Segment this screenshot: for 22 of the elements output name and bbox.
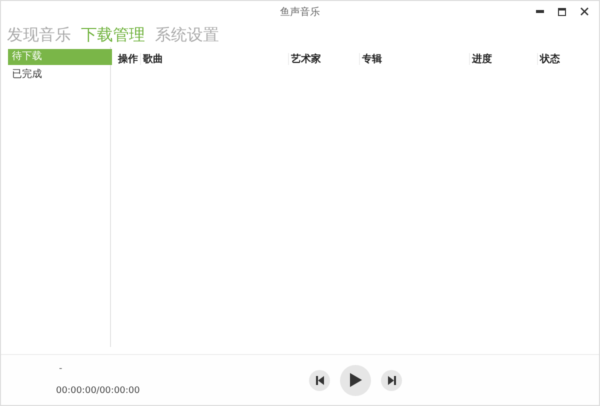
- column-header: 歌曲: [143, 52, 163, 66]
- play-icon: [350, 373, 362, 387]
- next-button[interactable]: [381, 370, 402, 390]
- playback-time: 00:00:00/00:00:00: [56, 386, 141, 396]
- sidebar-item[interactable]: 已完成: [8, 67, 112, 83]
- nav-tab[interactable]: 发现音乐: [7, 24, 71, 46]
- column-header: 状态: [540, 52, 560, 66]
- previous-icon: [316, 376, 324, 384]
- column-header: 专辑: [362, 52, 382, 66]
- column-header: 操作: [118, 52, 138, 66]
- nav-tab[interactable]: 下载管理: [81, 24, 145, 46]
- sidebar-item[interactable]: 待下载: [8, 49, 112, 65]
- column-header: 进度: [472, 52, 492, 66]
- track-title: -: [58, 364, 64, 374]
- nav-tab[interactable]: 系统设置: [155, 24, 219, 46]
- play-button[interactable]: [340, 364, 371, 396]
- window-title: 鱼声音乐: [280, 6, 320, 19]
- maximize-icon[interactable]: [558, 8, 566, 16]
- next-icon: [388, 376, 396, 384]
- previous-button[interactable]: [309, 370, 330, 390]
- column-header: 艺术家: [291, 52, 321, 66]
- close-icon[interactable]: [580, 7, 589, 16]
